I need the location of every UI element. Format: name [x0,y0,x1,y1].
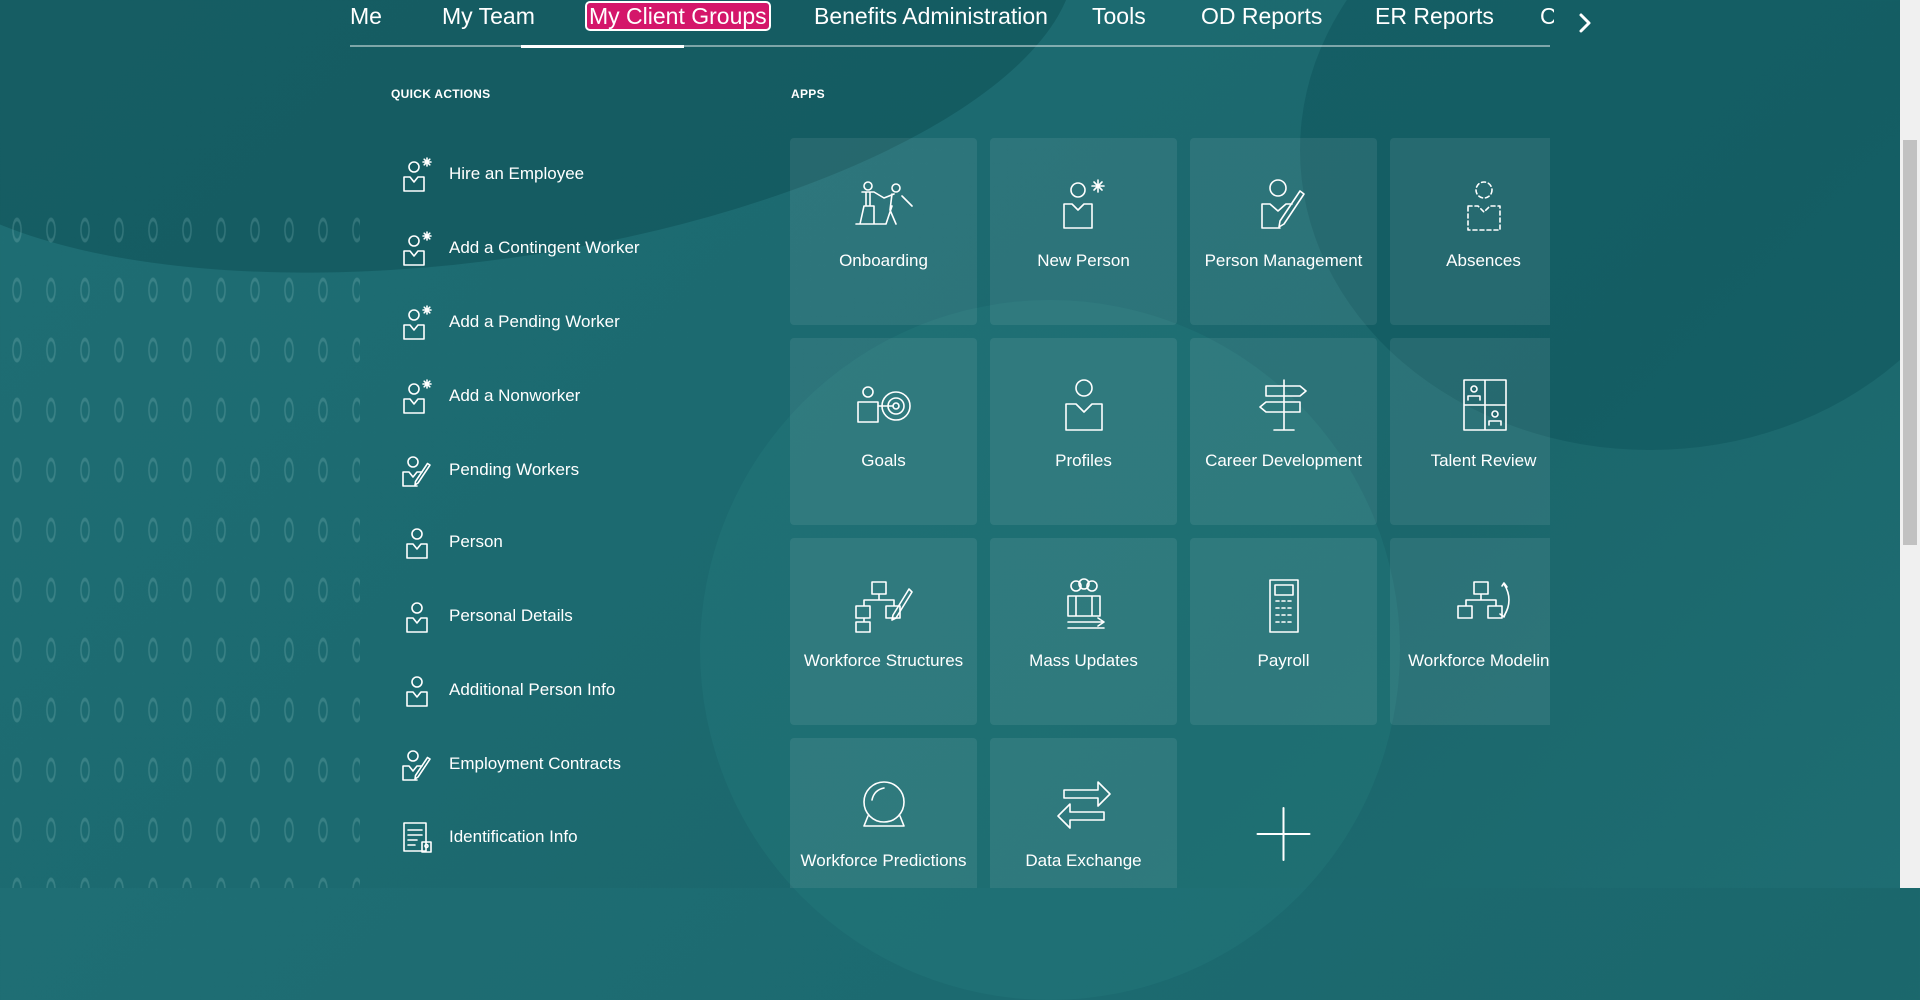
tab-my-team[interactable]: My Team [442,2,535,30]
app-tile-goals[interactable]: Goals [790,338,977,525]
crystal-ball-icon [862,781,905,827]
id-document-icon [403,822,432,853]
person-icon [406,602,428,633]
app-tile-talent-review[interactable]: Talent Review [1390,338,1550,525]
goals-icon [856,386,911,423]
person-add-icon [403,157,432,192]
app-tile-person-management[interactable]: Person Management [1190,138,1377,325]
person-edit-icon [402,456,431,487]
vertical-scrollbar[interactable] [1900,0,1920,888]
app-tile-mass-updates[interactable]: Mass Updates [990,538,1177,725]
exchange-arrows-icon [1056,781,1111,829]
app-tile-new-person[interactable]: New Person [990,138,1177,325]
workforce-modeling-icon [1456,581,1510,619]
onboarding-icon [854,181,913,225]
person-add-icon [403,379,432,414]
app-tile-workforce-modeling[interactable]: Workforce Modeling [1390,538,1550,725]
new-person-icon [1062,179,1105,229]
person-add-icon [403,305,432,340]
top-navigation: Me My Team My Client Groups Benefits Adm… [350,0,1554,48]
calculator-icon [1268,579,1299,633]
person-add-icon [403,231,432,266]
apps-title: APPS [791,87,825,101]
app-tile-payroll[interactable]: Payroll [1190,538,1377,725]
plus-icon [1256,807,1311,861]
app-tile-profiles[interactable]: Profiles [990,338,1177,525]
quick-action-additional-person-info[interactable]: Additional Person Info [400,668,615,712]
mass-updates-icon [1066,578,1105,629]
quick-action-pending-workers[interactable]: Pending Workers [400,448,579,492]
talent-review-icon [1462,379,1507,431]
background-pattern [0,200,360,888]
app-tile-absences[interactable]: Absences [1390,138,1550,325]
app-tile-data-exchange[interactable]: Data Exchange [990,738,1177,888]
chevron-right-icon[interactable] [1570,6,1600,40]
add-app-button[interactable] [1190,738,1377,888]
tab-od-reports[interactable]: OD Reports [1201,2,1322,30]
org-chart-icon [854,581,913,633]
app-tile-workforce-structures[interactable]: Workforce Structures [790,538,977,725]
app-tile-onboarding[interactable]: Onboarding [790,138,977,325]
quick-action-personal-details[interactable]: Personal Details [400,594,573,638]
tab-benefits-administration[interactable]: Benefits Administration [814,2,1048,30]
app-tile-workforce-predictions[interactable]: Workforce Predictions [790,738,977,888]
scrollbar-thumb[interactable] [1903,140,1917,545]
quick-action-add-contingent-worker[interactable]: Add a Contingent Worker [400,226,640,270]
signpost-icon [1258,379,1307,431]
tab-overflow[interactable]: C [1540,2,1554,30]
person-icon [406,676,428,707]
tab-tools[interactable]: Tools [1092,2,1146,30]
quick-action-add-pending-worker[interactable]: Add a Pending Worker [400,300,620,344]
quick-action-hire-employee[interactable]: Hire an Employee [400,152,584,196]
tab-me[interactable]: Me [350,2,382,30]
quick-action-person[interactable]: Person [400,520,503,564]
quick-action-employment-contracts[interactable]: Employment Contracts [400,742,621,786]
tab-er-reports[interactable]: ER Reports [1375,2,1494,30]
profiles-icon [1064,379,1103,431]
tab-my-client-groups[interactable]: My Client Groups [585,1,771,31]
active-tab-label: My Client Groups [585,1,771,31]
quick-action-add-nonworker[interactable]: Add a Nonworker [400,374,580,418]
active-tab-indicator [521,45,684,48]
person-management-icon [1260,179,1305,229]
app-tile-career-development[interactable]: Career Development [1190,338,1377,525]
quick-actions-title: QUICK ACTIONS [391,87,491,101]
person-icon [406,528,428,559]
absences-icon [1466,181,1501,231]
quick-action-identification-info[interactable]: Identification Info [400,815,578,859]
person-edit-icon [402,750,431,781]
apps-grid: Onboarding New Person Person Management … [790,138,1550,888]
